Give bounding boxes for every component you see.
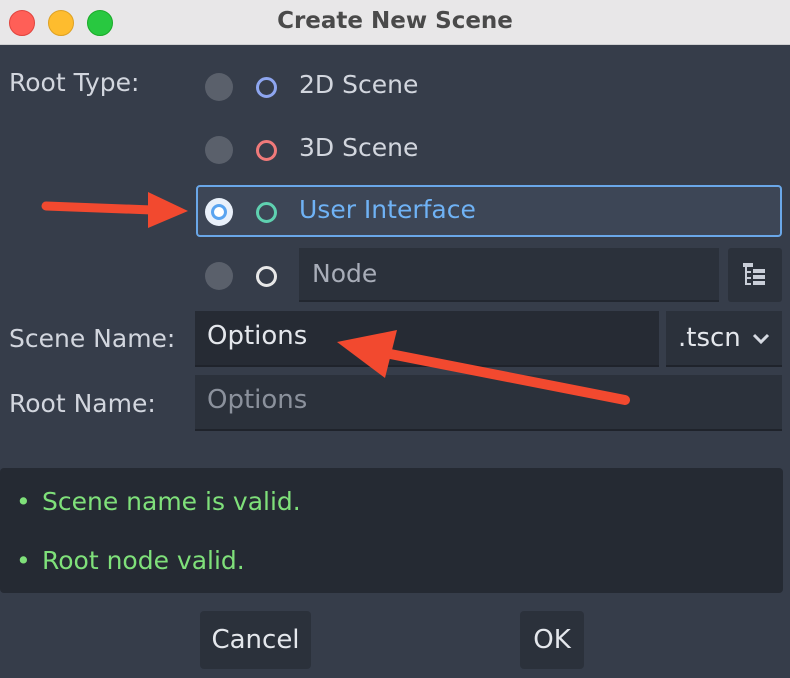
radio-button[interactable]	[205, 73, 233, 101]
node-type-field[interactable]: Node	[299, 248, 719, 302]
scene-name-input[interactable]: Options	[195, 311, 659, 367]
title-bar: Create New Scene	[0, 0, 790, 45]
annotation-arrow-right	[41, 192, 188, 228]
node-circle-icon	[256, 266, 277, 287]
node2d-circle-icon	[256, 77, 277, 98]
bullet: •	[16, 487, 31, 516]
status-text: Scene name is valid.	[42, 487, 301, 516]
root-name-placeholder: Options	[207, 385, 308, 415]
control-circle-icon	[256, 202, 277, 223]
scene-name-value: Options	[207, 321, 308, 351]
status-text: Root node valid.	[42, 546, 245, 575]
chevron-down-icon	[752, 333, 770, 345]
node3d-circle-icon	[256, 140, 277, 161]
node-picker-button[interactable]	[728, 248, 782, 302]
extension-select[interactable]: .tscn	[666, 311, 782, 367]
root-name-label: Root Name:	[9, 389, 156, 418]
radio-button[interactable]	[205, 262, 233, 290]
option-label: 2D Scene	[299, 70, 419, 99]
cancel-button[interactable]: Cancel	[200, 611, 311, 669]
root-type-label: Root Type:	[9, 68, 140, 97]
root-type-option-3d-scene[interactable]: 3D Scene	[196, 123, 782, 175]
root-type-option-2d-scene[interactable]: 2D Scene	[196, 60, 782, 112]
node-type-value: Node	[312, 259, 378, 288]
status-message: • Root node valid.	[16, 546, 245, 575]
scene-name-label: Scene Name:	[9, 324, 176, 353]
status-message: • Scene name is valid.	[16, 487, 301, 516]
radio-button[interactable]	[205, 136, 233, 164]
root-type-option-node[interactable]	[196, 249, 296, 301]
extension-value: .tscn	[678, 323, 741, 353]
tree-icon	[743, 263, 765, 285]
root-type-option-user-interface[interactable]: User Interface	[196, 185, 782, 237]
ok-button[interactable]: OK	[520, 611, 584, 669]
option-label: 3D Scene	[299, 133, 419, 162]
option-label: User Interface	[299, 195, 476, 224]
window-title: Create New Scene	[277, 8, 513, 34]
bullet: •	[16, 546, 31, 575]
radio-button-selected[interactable]	[205, 198, 233, 226]
validation-status-panel: • Scene name is valid. • Root node valid.	[0, 468, 783, 593]
root-name-input[interactable]: Options	[195, 375, 782, 431]
